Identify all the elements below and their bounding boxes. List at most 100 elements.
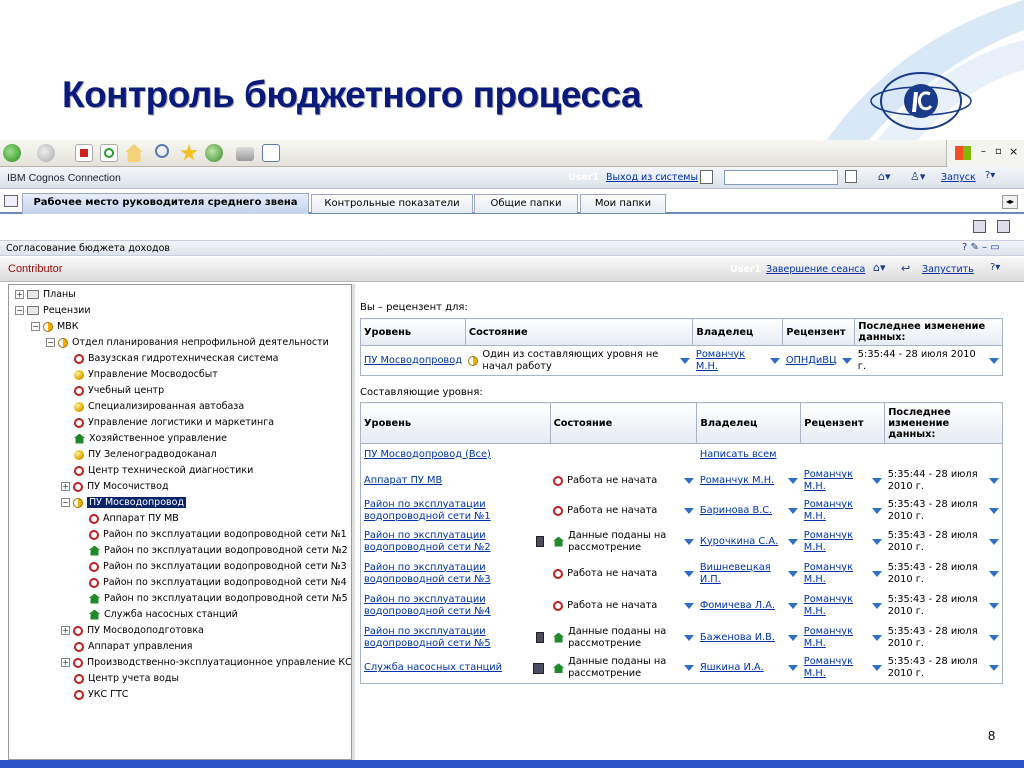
reviewer-link[interactable]: Романчук М.Н. [804, 562, 868, 586]
owner-link[interactable]: Яшкина И.А. [700, 662, 764, 674]
contributor-launch-menu[interactable]: Запустить [922, 264, 974, 275]
expand-icon[interactable]: + [61, 482, 70, 491]
level-link[interactable]: Район по эксплуатации водопроводной сети… [364, 530, 532, 554]
launch-menu[interactable]: Запуск [941, 172, 976, 183]
owner-link[interactable]: Вишневецкая И.П. [700, 562, 784, 586]
my-area-icon[interactable]: ♙▾ [910, 170, 925, 183]
tree-item[interactable]: Учебный центр [74, 383, 164, 399]
owner-link[interactable]: Баринова В.С. [700, 505, 772, 517]
all-levels-link[interactable]: ПУ Мосводопровод (Все) [364, 449, 491, 460]
dropdown-arrow-icon[interactable] [683, 477, 694, 484]
tree-item-reviews[interactable]: − Рецензии [15, 303, 91, 319]
tree-item[interactable]: Район по эксплуатации водопроводной сети… [89, 543, 348, 559]
collapse-icon[interactable]: − [46, 338, 55, 347]
collapse-icon[interactable]: − [31, 322, 40, 331]
tree-item[interactable]: Аппарат ПУ МВ [89, 511, 179, 527]
help-icon[interactable]: ?▾ [985, 170, 995, 181]
dropdown-arrow-icon[interactable] [989, 602, 999, 609]
tree-item[interactable]: Вазузская гидротехническая система [74, 351, 279, 367]
reviewer-link[interactable]: Романчук М.Н. [804, 656, 868, 680]
level-link[interactable]: Район по эксплуатации водопроводной сети… [364, 562, 491, 585]
dropdown-arrow-icon[interactable] [679, 357, 690, 364]
dropdown-arrow-icon[interactable] [871, 665, 882, 672]
search-options-icon[interactable] [845, 170, 857, 183]
collapse-icon[interactable]: − [61, 498, 70, 507]
dropdown-arrow-icon[interactable] [787, 634, 798, 641]
owner-link[interactable]: Фомичева Л.А. [700, 600, 775, 612]
edit-page-icon[interactable] [973, 220, 986, 233]
reviewer-link[interactable]: Романчук М.Н. [804, 626, 868, 650]
tab-kpi[interactable]: Контрольные показатели [311, 194, 473, 213]
expand-icon[interactable]: + [61, 658, 70, 667]
level-link[interactable]: Район по эксплуатации водопроводной сети… [364, 499, 491, 522]
tree-item[interactable]: Центр технической диагностики [74, 463, 253, 479]
back-arrow-icon[interactable]: ↩ [901, 262, 910, 275]
dropdown-arrow-icon[interactable] [871, 570, 882, 577]
level-link[interactable]: Служба насосных станций [364, 662, 502, 674]
dropdown-arrow-icon[interactable] [989, 538, 999, 545]
dropdown-arrow-icon[interactable] [871, 538, 882, 545]
tree-item[interactable]: Район по эксплуатации водопроводной сети… [89, 559, 347, 575]
dropdown-arrow-icon[interactable] [871, 477, 882, 484]
tree-item[interactable]: Хозяйственное управление [74, 431, 227, 447]
expand-icon[interactable]: + [61, 626, 70, 635]
tree-item[interactable]: Управление логистики и маркетинга [74, 415, 274, 431]
level-link[interactable]: ПУ Мосводопровод [364, 355, 462, 366]
tree-item[interactable]: Район по эксплуатации водопроводной сети… [89, 575, 347, 591]
print-icon[interactable] [236, 147, 254, 161]
forward-icon[interactable] [37, 144, 55, 162]
page-properties-icon[interactable] [997, 220, 1010, 233]
reviewer-link[interactable]: Романчук М.Н. [804, 469, 868, 493]
edit-icon[interactable] [262, 144, 280, 162]
tree-item[interactable]: ПУ Зеленоградводоканал [74, 447, 217, 463]
logout-link[interactable]: Выход из системы [606, 172, 698, 183]
portal-search-input[interactable] [724, 170, 838, 185]
refresh-icon[interactable] [100, 144, 118, 162]
dropdown-arrow-icon[interactable] [683, 538, 694, 545]
tree-item[interactable]: + ПУ Мосводоподготовка [61, 623, 204, 639]
dropdown-arrow-icon[interactable] [989, 665, 999, 672]
tree-item[interactable]: Управление Мосводосбыт [74, 367, 218, 383]
tab-manager-workspace[interactable]: Рабочее место руководителя среднего звен… [22, 193, 309, 214]
dropdown-arrow-icon[interactable] [787, 665, 798, 672]
dropdown-arrow-icon[interactable] [871, 507, 882, 514]
level-link[interactable]: Район по эксплуатации водопроводной сети… [364, 594, 491, 617]
home-icon[interactable] [125, 144, 143, 162]
home-menu-icon[interactable]: ⌂▾ [878, 170, 891, 183]
tab-public-folders[interactable]: Общие папки [474, 194, 578, 213]
owner-link[interactable]: Баженова И.В. [700, 632, 775, 644]
stop-icon[interactable] [75, 144, 93, 162]
tree-item[interactable]: УКС ГТС [74, 687, 128, 703]
tree-item-planning-dept[interactable]: − Отдел планирования непрофильной деятель… [46, 335, 329, 351]
tab-my-folders[interactable]: Мои папки [580, 194, 666, 213]
dropdown-arrow-icon[interactable] [871, 634, 882, 641]
restore-icon[interactable]: ▫ [995, 146, 1002, 157]
dropdown-arrow-icon[interactable] [787, 602, 798, 609]
end-session-link[interactable]: Завершение сеанса [766, 264, 865, 275]
dropdown-arrow-icon[interactable] [989, 634, 999, 641]
history-icon[interactable] [205, 144, 223, 162]
collapse-icon[interactable]: − [15, 306, 24, 315]
tree-item[interactable]: + Производственно-эксплуатационное управл… [61, 655, 351, 671]
favorites-icon[interactable] [180, 144, 198, 161]
dropdown-arrow-icon[interactable] [683, 507, 694, 514]
annotation-icon[interactable] [533, 662, 545, 674]
dropdown-arrow-icon[interactable] [787, 570, 798, 577]
portlet-controls[interactable]: ? ✎ – ▭ [962, 242, 1000, 253]
search-icon[interactable] [155, 144, 169, 158]
dropdown-arrow-icon[interactable] [787, 507, 798, 514]
tab-menu-icon[interactable] [4, 195, 18, 207]
dropdown-arrow-icon[interactable] [871, 602, 882, 609]
dropdown-arrow-icon[interactable] [683, 602, 694, 609]
contributor-home-icon[interactable]: ⌂▾ [873, 261, 886, 274]
tree-item-plans[interactable]: + Планы [15, 287, 76, 303]
annotation-icon[interactable] [536, 632, 545, 643]
dropdown-arrow-icon[interactable] [841, 357, 852, 364]
dropdown-arrow-icon[interactable] [787, 477, 798, 484]
dropdown-arrow-icon[interactable] [683, 665, 694, 672]
tree-item[interactable]: Центр учета воды [74, 671, 179, 687]
owner-link[interactable]: Курочкина С.А. [700, 536, 778, 548]
reviewer-link[interactable]: Романчук М.Н. [804, 499, 868, 523]
splitter[interactable] [352, 284, 355, 760]
back-icon[interactable] [3, 144, 21, 162]
